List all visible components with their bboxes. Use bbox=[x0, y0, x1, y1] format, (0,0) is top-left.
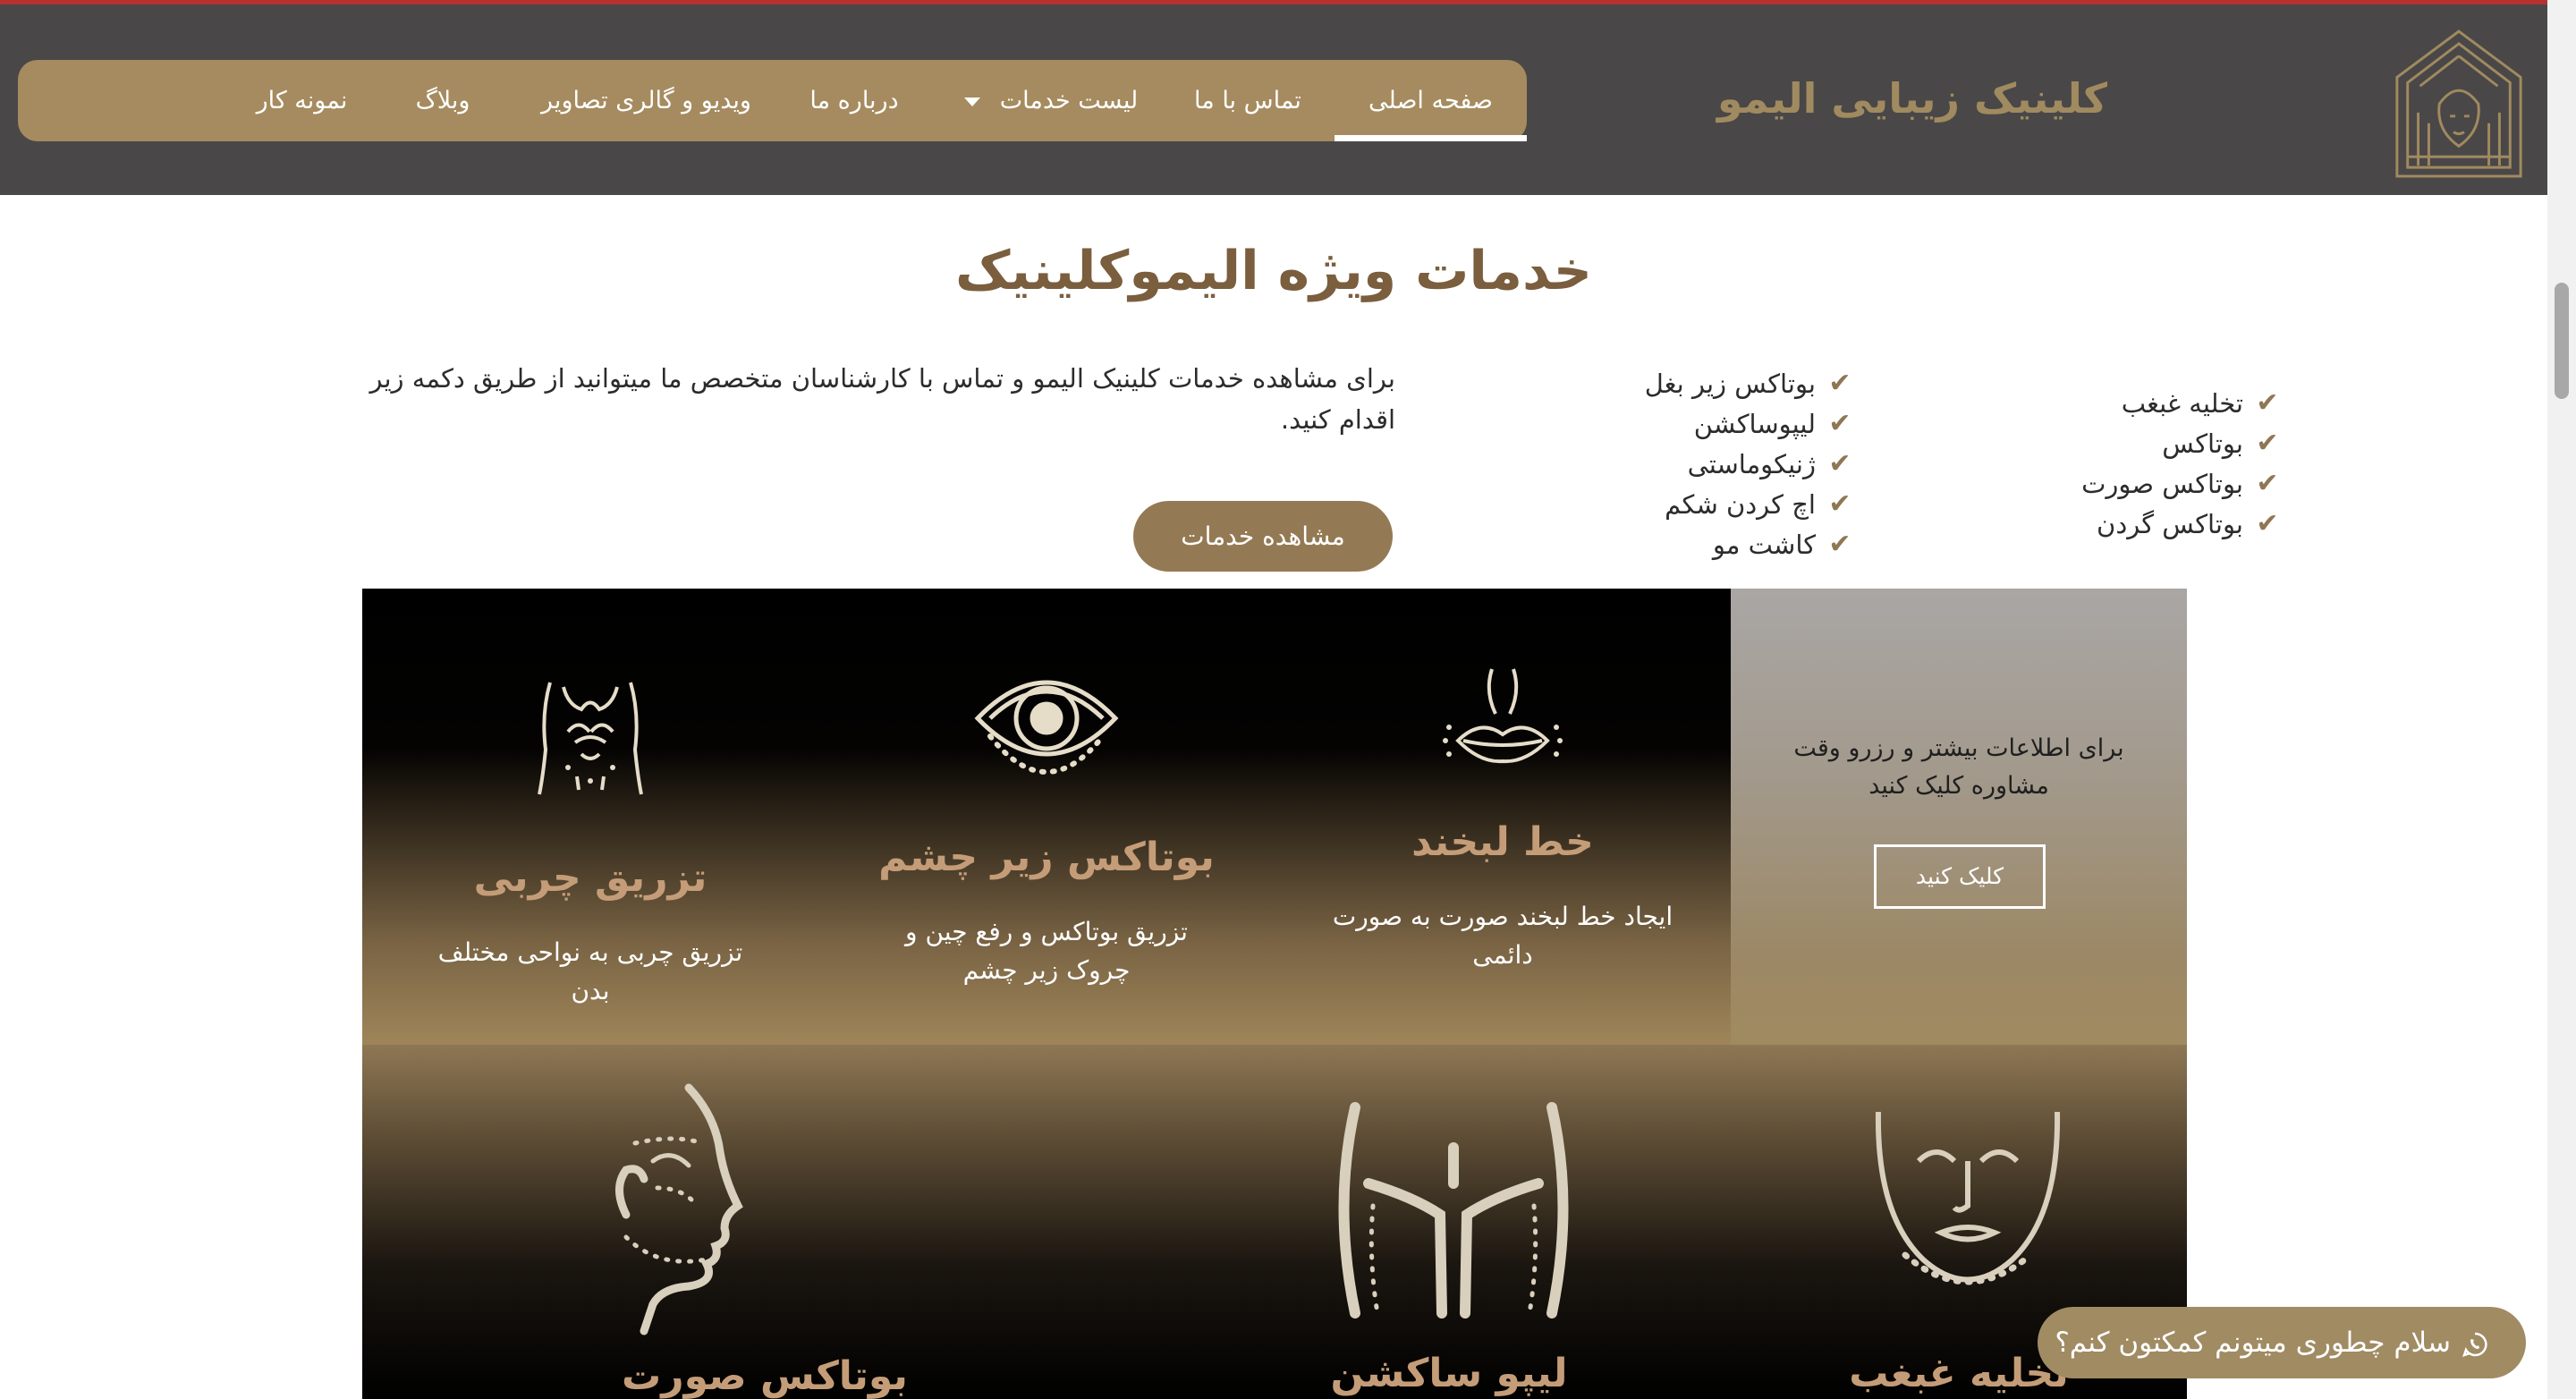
tile-title: بوتاکس صورت bbox=[622, 1353, 908, 1399]
list-item: ✔ بوتاکس bbox=[2081, 423, 2281, 463]
view-services-button[interactable]: مشاهده خدمات bbox=[1133, 501, 1393, 572]
whatsapp-icon bbox=[2462, 1332, 2487, 1357]
services-section-title: خدمات ویژه الیموکلینیک bbox=[955, 240, 1592, 302]
checkmark-icon: ✔ bbox=[1828, 488, 1852, 520]
chevron-down-icon bbox=[963, 97, 980, 106]
list-item-label: لیپوساکشن bbox=[1693, 408, 1816, 439]
list-item: ✔ تخلیه غبغب bbox=[2081, 383, 2281, 423]
list-item: ✔ اچ کردن شکم bbox=[1645, 484, 1853, 524]
scrollbar-thumb[interactable] bbox=[2555, 283, 2569, 399]
nav-item-home[interactable]: صفحه اصلی bbox=[1335, 60, 1527, 141]
nav-label: ویدیو و گالری تصاویر bbox=[541, 87, 751, 114]
nav-item-services[interactable]: لیست خدمات bbox=[939, 60, 1163, 141]
nav-label: نمونه کار bbox=[256, 87, 348, 114]
list-item-label: بوتاکس زیر بغل bbox=[1644, 368, 1816, 399]
tile-title: تزریق چربی bbox=[473, 855, 708, 901]
tile-title: بوتاکس زیر چشم bbox=[878, 835, 1215, 880]
nav-label: وبلاگ bbox=[415, 87, 470, 114]
list-item: ✔ بوتاکس صورت bbox=[2081, 463, 2281, 504]
checkmark-icon: ✔ bbox=[2256, 428, 2279, 459]
page-scrollbar[interactable] bbox=[2547, 0, 2576, 1399]
checkmark-icon: ✔ bbox=[2256, 508, 2279, 539]
nav-label: لیست خدمات bbox=[999, 87, 1139, 114]
service-tile-smile-line[interactable]: خط لبخند ایجاد خط لبخند صورت به صورت دائ… bbox=[1275, 589, 1731, 1045]
checkmark-icon: ✔ bbox=[1828, 368, 1852, 399]
site-header: کلینیک زیبایی الیمو صفحه اصلی تماس با ما… bbox=[0, 4, 2547, 195]
tile-title: خط لبخند bbox=[1411, 819, 1594, 865]
promo-text: برای اطلاعات بیشتر و رزرو وقت مشاوره کلی… bbox=[1793, 734, 2124, 800]
services-list-right: ✔ تخلیه غبغب ✔ بوتاکس ✔ بوتاکس صورت ✔ بوتاکس… bbox=[2081, 383, 2281, 544]
nav-item-about[interactable]: درباره ما bbox=[787, 60, 921, 141]
services-grid: برای اطلاعات بیشتر و رزرو وقت مشاوره کلی… bbox=[362, 589, 2187, 1399]
list-item-label: اچ کردن شکم bbox=[1665, 488, 1816, 520]
list-item: ✔ بوتاکس گردن bbox=[2081, 504, 2281, 544]
face-front-icon bbox=[1875, 1111, 2061, 1285]
whatsapp-chat-button[interactable]: سلام چطوری میتونم کمکتون کنم؟ bbox=[2038, 1307, 2526, 1378]
checkmark-icon: ✔ bbox=[1828, 408, 1852, 439]
service-tile-fat-injection[interactable]: تزریق چربی تزریق چربی به نواحی مختلف بدن bbox=[362, 589, 818, 1045]
list-item: ✔ ژنیکوماستی bbox=[1645, 444, 1853, 484]
nav-item-contact[interactable]: تماس با ما bbox=[1181, 60, 1315, 141]
list-item: ✔ کاشت مو bbox=[1645, 524, 1853, 564]
service-tile-face-botox[interactable]: بوتاکس صورت bbox=[362, 1045, 1167, 1399]
tile-title: لیپو ساکشن bbox=[1330, 1351, 1568, 1396]
nav-item-blog[interactable]: وبلاگ bbox=[389, 60, 496, 141]
tile-description: تزریق بوتاکس و رفع چین و چروک زیر چشم bbox=[905, 917, 1188, 985]
nav-label: درباره ما bbox=[809, 87, 899, 114]
eye-icon bbox=[974, 680, 1119, 775]
body-torso-icon bbox=[538, 682, 643, 795]
nav-item-gallery[interactable]: ویدیو و گالری تصاویر bbox=[523, 60, 769, 141]
clinic-brand-name[interactable]: کلینیک زیبایی الیمو bbox=[1717, 74, 2107, 123]
list-item: ✔ لیپوساکشن bbox=[1645, 403, 1853, 444]
click-here-button[interactable]: کلیک کنید bbox=[1874, 844, 2046, 909]
legs-icon bbox=[1338, 1102, 1569, 1318]
tile-description: ایجاد خط لبخند صورت به صورت دائمی bbox=[1332, 902, 1674, 970]
services-intro-text: برای مشاهده خدمات کلینیک الیمو و تماس با… bbox=[369, 363, 1395, 435]
list-item: ✔ بوتاکس زیر بغل bbox=[1645, 363, 1853, 403]
nav-item-portfolio[interactable]: نمونه کار bbox=[233, 60, 371, 141]
services-list-middle: ✔ بوتاکس زیر بغل ✔ لیپوساکشن ✔ ژنیکوماستی ✔… bbox=[1645, 363, 1853, 564]
nav-label: صفحه اصلی bbox=[1368, 87, 1493, 114]
list-item-label: بوتاکس bbox=[2162, 428, 2243, 459]
checkmark-icon: ✔ bbox=[2256, 468, 2279, 499]
nav-label: تماس با ما bbox=[1194, 87, 1301, 114]
consultation-promo-tile: برای اطلاعات بیشتر و رزرو وقت مشاوره کلی… bbox=[1731, 589, 2187, 1045]
list-item-label: بوتاکس صورت bbox=[2081, 468, 2243, 499]
chat-text: سلام چطوری میتونم کمکتون کنم؟ bbox=[2055, 1327, 2451, 1359]
list-item-label: کاشت مو bbox=[1712, 529, 1816, 560]
checkmark-icon: ✔ bbox=[1828, 448, 1852, 479]
list-item-label: بوتاکس گردن bbox=[2097, 508, 2243, 539]
face-profile-icon bbox=[615, 1083, 743, 1335]
tile-description: تزریق چربی به نواحی مختلف بدن bbox=[437, 937, 743, 1005]
checkmark-icon: ✔ bbox=[2256, 387, 2279, 419]
list-item-label: تخلیه غبغب bbox=[2121, 387, 2243, 419]
service-tile-under-eye-botox[interactable]: بوتاکس زیر چشم تزریق بوتاکس و رفع چین و … bbox=[818, 589, 1275, 1045]
main-nav: صفحه اصلی تماس با ما لیست خدمات درباره م… bbox=[18, 60, 1527, 141]
clinic-logo-icon[interactable] bbox=[2388, 24, 2529, 183]
list-item-label: ژنیکوماستی bbox=[1687, 448, 1816, 479]
service-tile-liposuction[interactable]: لیپو ساکشن bbox=[1167, 1045, 1731, 1399]
checkmark-icon: ✔ bbox=[1828, 529, 1852, 560]
lips-icon bbox=[1443, 668, 1563, 764]
